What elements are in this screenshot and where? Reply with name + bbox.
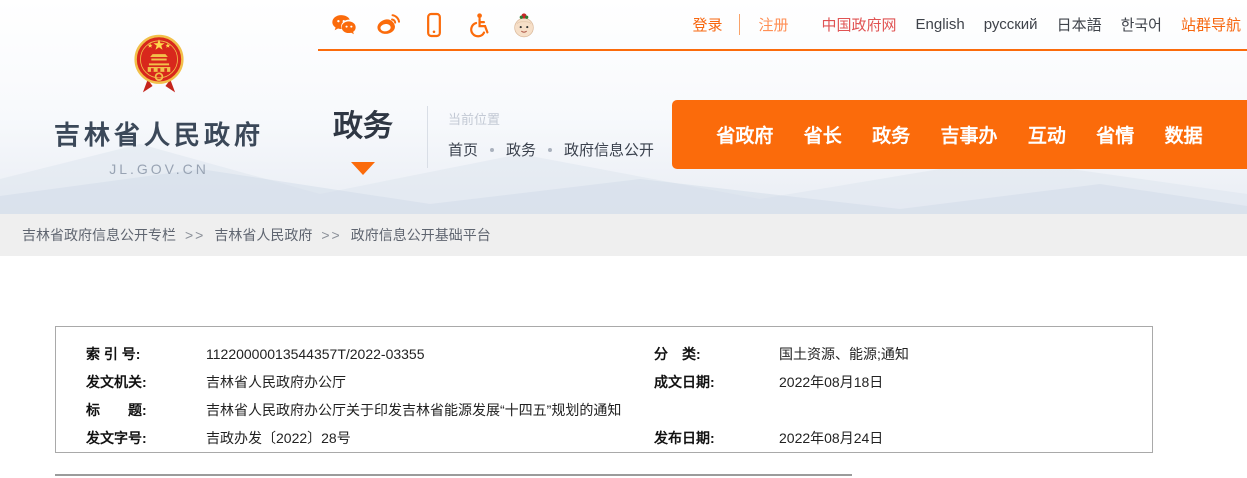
nav-item-provincial-government[interactable]: 省政府	[716, 121, 773, 148]
bullet-separator-icon	[490, 148, 494, 152]
publish-date-label: 发布日期:	[654, 428, 779, 448]
site-header: 吉林省人民政府 JL.GOV.CN	[0, 0, 1247, 214]
site-title: 吉林省人民政府	[0, 115, 318, 152]
category-label: 分 类:	[654, 344, 779, 364]
nav-item-governor[interactable]: 省长	[804, 121, 842, 148]
social-icons	[330, 11, 538, 39]
vertical-divider	[427, 106, 428, 168]
publish-date-value: 2022年08月24日	[779, 428, 1152, 448]
section-block: 政务 当前位置 首页 政务 政府信息公开	[333, 100, 654, 175]
breadcrumb-separator: >>	[185, 227, 205, 243]
breadcrumb-info-disclosure-link[interactable]: 政府信息公开	[564, 139, 654, 160]
bc-platform-link[interactable]: 政府信息公开基础平台	[351, 225, 491, 245]
weibo-icon[interactable]	[375, 11, 403, 39]
nav-item-jishiban[interactable]: 吉事办	[940, 121, 997, 148]
breadcrumb-home-link[interactable]: 首页	[448, 139, 478, 160]
nav-item-data[interactable]: 数据	[1165, 121, 1203, 148]
breadcrumb-separator: >>	[321, 227, 341, 243]
section-divider-line	[55, 474, 852, 476]
accessibility-icon[interactable]	[465, 11, 493, 39]
location-breadcrumb: 首页 政务 政府信息公开	[448, 139, 654, 160]
current-location: 当前位置 首页 政务 政府信息公开	[448, 100, 654, 175]
mobile-app-icon[interactable]	[420, 11, 448, 39]
triangle-down-icon	[351, 162, 375, 175]
breadcrumb-zhengwu-link[interactable]: 政务	[506, 139, 536, 160]
breadcrumb-bar: 吉林省政府信息公开专栏 >> 吉林省人民政府 >> 政府信息公开基础平台	[0, 214, 1247, 256]
wechat-icon[interactable]	[330, 11, 358, 39]
lang-russian-link[interactable]: русский	[984, 16, 1038, 33]
national-emblem-icon	[130, 30, 188, 100]
index-number-value: 11220000013544357T/2022-03355	[206, 346, 654, 362]
lang-english-link[interactable]: English	[916, 16, 965, 33]
china-gov-link[interactable]: 中国政府网	[822, 14, 897, 35]
bullet-separator-icon	[548, 148, 552, 152]
site-group-nav-link[interactable]: 站群导航	[1181, 14, 1241, 35]
category-value: 国土资源、能源;通知	[779, 344, 1152, 364]
page-section-title: 政务	[333, 112, 409, 142]
page: 吉林省人民政府 JL.GOV.CN	[0, 0, 1247, 478]
main-content: 索 引 号: 11220000013544357T/2022-03355 分 类…	[0, 256, 1247, 478]
written-date-label: 成文日期:	[654, 372, 779, 392]
register-link[interactable]: 注册	[759, 14, 789, 35]
site-domain: JL.GOV.CN	[0, 161, 318, 177]
document-number-label: 发文字号:	[86, 428, 206, 448]
index-number-label: 索 引 号:	[86, 344, 206, 364]
nav-item-interaction[interactable]: 互动	[1028, 121, 1066, 148]
top-links: 登录 注册 中国政府网 English русский 日本語 한국어 站群导航	[692, 14, 1241, 35]
mascot-icon[interactable]	[510, 11, 538, 39]
issuing-agency-label: 发文机关:	[86, 372, 206, 392]
document-metadata-table: 索 引 号: 11220000013544357T/2022-03355 分 类…	[55, 326, 1153, 453]
section-title-wrap: 政务	[333, 100, 409, 175]
lang-korean-link[interactable]: 한국어	[1121, 14, 1162, 35]
issuing-agency-value: 吉林省人民政府办公厅	[206, 372, 654, 392]
main-nav: 省政府 省长 政务 吉事办 互动 省情 数据	[672, 100, 1247, 169]
nav-item-zhengwu[interactable]: 政务	[872, 121, 910, 148]
bc-jilin-gov-link[interactable]: 吉林省人民政府	[214, 225, 312, 245]
written-date-value: 2022年08月18日	[779, 372, 1152, 392]
title-label: 标 题:	[86, 400, 206, 420]
bc-info-disclosure-column-link[interactable]: 吉林省政府信息公开专栏	[22, 225, 176, 245]
nav-item-province-info[interactable]: 省情	[1096, 121, 1134, 148]
current-location-label: 当前位置	[448, 109, 654, 128]
login-link[interactable]: 登录	[692, 14, 739, 35]
top-utility-bar: 登录 注册 中国政府网 English русский 日本語 한국어 站群导航	[318, 0, 1247, 51]
site-logo[interactable]: 吉林省人民政府 JL.GOV.CN	[0, 0, 318, 177]
lang-japanese-link[interactable]: 日本語	[1057, 14, 1102, 35]
title-value: 吉林省人民政府办公厅关于印发吉林省能源发展“十四五”规划的通知	[206, 400, 654, 420]
document-number-value: 吉政办发〔2022〕28号	[206, 428, 654, 448]
